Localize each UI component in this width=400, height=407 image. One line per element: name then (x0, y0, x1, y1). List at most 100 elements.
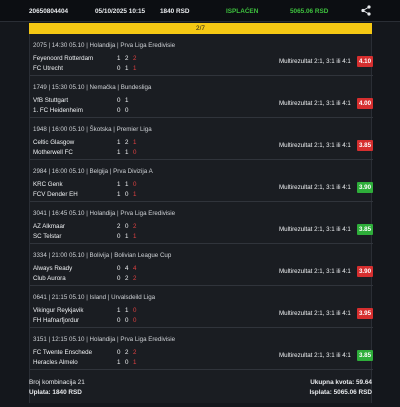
away-score-final: 1 (133, 233, 137, 240)
home-score-first-half: 1 (117, 55, 121, 62)
away-team-name: FC Utrecht (33, 65, 63, 72)
away-score-first-half: 0 (117, 65, 121, 72)
away-team-name: FH Hafnarfjordur (33, 317, 80, 324)
home-score-final: 2 (133, 55, 137, 62)
away-score-first-half: 1 (117, 191, 121, 198)
away-team-row: Heracles Almelo 1 0 1 (33, 358, 141, 367)
home-team-row: Celtic Glasgow 1 2 1 (33, 138, 141, 147)
away-team-row: 1. FC Heidenheim 0 0 (33, 106, 141, 115)
away-score-final: 1 (133, 65, 137, 72)
home-score-second-half: 2 (125, 55, 129, 62)
odd-badge: 3.85 (357, 224, 373, 235)
odd-badge: 3.90 (357, 182, 373, 193)
home-team-name: FC Twente Enschede (33, 349, 93, 356)
home-score-first-half: 2 (117, 223, 121, 230)
away-score-first-half: 0 (117, 233, 121, 240)
bet-pick: Multirezultat 2:1, 3:1 ili 4:1 (279, 142, 351, 149)
match-row[interactable]: 3151 | 12:15 05.10 | Holandija | Prva Li… (30, 328, 373, 370)
away-score-final: 1 (133, 191, 137, 198)
match-row[interactable]: 1948 | 16:00 05.10 | Škotska | Premier L… (30, 118, 373, 160)
home-score-second-half: 2 (125, 139, 129, 146)
match-header: 2075 | 14:30 05.10 | Holandija | Prva Li… (33, 42, 176, 49)
away-score-final: 0 (133, 149, 137, 156)
away-score-first-half: 0 (117, 317, 121, 324)
home-score-final: 1 (133, 139, 137, 146)
home-score-first-half: 0 (117, 97, 121, 104)
home-team-row: VfB Stuttgart 0 1 (33, 96, 141, 105)
home-team-row: AZ Alkmaar 2 0 2 (33, 222, 141, 231)
bet-pick: Multirezultat 2:1, 3:1 ili 4:1 (279, 184, 351, 191)
away-team-row: Motherwell FC 1 1 0 (33, 148, 141, 157)
home-score-second-half: 4 (125, 265, 129, 272)
match-list: 2075 | 14:30 05.10 | Holandija | Prva Li… (29, 34, 373, 403)
home-team-row: Vikingur Reykjavik 1 1 0 (33, 306, 141, 315)
home-score-second-half: 0 (125, 223, 129, 230)
odd-badge: 4.10 (357, 56, 373, 67)
away-score-second-half: 0 (125, 191, 129, 198)
total-odds: Ukupna kvota: 59.64 (310, 379, 372, 386)
away-team-row: SC Telstar 0 1 1 (33, 232, 141, 241)
away-score-second-half: 1 (125, 233, 129, 240)
match-row[interactable]: 3041 | 16:45 05.10 | Holandija | Prva Li… (30, 202, 373, 244)
home-team-name: Vikingur Reykjavik (33, 307, 84, 314)
match-row[interactable]: 3334 | 21:00 05.10 | Bolivija | Bolivian… (30, 244, 373, 286)
away-score-second-half: 0 (125, 359, 129, 366)
away-score-final: 2 (133, 275, 137, 282)
ticket-summary: Broj kombinacija 21 Uplata: 1840 RSD Uku… (29, 376, 372, 406)
home-team-name: VfB Stuttgart (33, 97, 69, 104)
away-score-final: 1 (133, 359, 137, 366)
home-score-second-half: 1 (125, 181, 129, 188)
home-score-second-half: 1 (125, 307, 129, 314)
match-row[interactable]: 2984 | 16:00 05.10 | Belgija | Prva Divi… (30, 160, 373, 202)
home-score-final: 2 (133, 349, 137, 356)
home-score-first-half: 0 (117, 265, 121, 272)
match-header: 3041 | 16:45 05.10 | Holandija | Prva Li… (33, 210, 176, 217)
ticket-payout: 5065.06 RSD (290, 8, 329, 15)
away-score-second-half: 0 (125, 317, 129, 324)
away-team-row: FC Utrecht 0 1 1 (33, 64, 141, 73)
home-team-row: KRC Genk 1 1 0 (33, 180, 141, 189)
bet-pick: Multirezultat 2:1, 3:1 ili 4:1 (279, 58, 351, 65)
away-score-first-half: 0 (117, 275, 121, 282)
bet-pick: Multirezultat 2:1, 3:1 ili 4:1 (279, 310, 351, 317)
odd-badge: 3.85 (357, 350, 373, 361)
away-team-row: FH Hafnarfjordur 0 0 0 (33, 316, 141, 325)
away-score-first-half: 0 (117, 107, 121, 114)
match-header: 1948 | 16:00 05.10 | Škotska | Premier L… (33, 126, 152, 133)
home-team-name: KRC Genk (33, 181, 63, 188)
away-score-second-half: 1 (125, 65, 129, 72)
home-score-second-half: 2 (125, 349, 129, 356)
away-team-name: FCV Dender EH (33, 191, 78, 198)
ticket-stake: 1840 RSD (160, 8, 190, 15)
away-team-name: SC Telstar (33, 233, 62, 240)
bet-pick: Multirezultat 2:1, 3:1 ili 4:1 (279, 352, 351, 359)
match-row[interactable]: 2075 | 14:30 05.10 | Holandija | Prva Li… (30, 34, 373, 76)
home-score-final: 4 (133, 265, 137, 272)
bet-pick: Multirezultat 2:1, 3:1 ili 4:1 (279, 100, 351, 107)
home-team-name: Always Ready (33, 265, 73, 272)
payout-summary: Isplata: 5065.06 RSD (309, 389, 372, 396)
home-score-final: 0 (133, 181, 137, 188)
home-score-second-half: 1 (125, 97, 129, 104)
match-header: 3334 | 21:00 05.10 | Bolivija | Bolivian… (33, 252, 172, 259)
ticket-id: 20650804404 (29, 8, 69, 15)
away-score-second-half: 2 (125, 275, 129, 282)
combination-indicator[interactable]: 2/7 (29, 23, 372, 34)
odd-badge: 4.00 (357, 98, 373, 109)
away-team-row: FCV Dender EH 1 0 1 (33, 190, 141, 199)
home-team-name: Feyenoord Rotterdam (33, 55, 94, 62)
home-team-row: FC Twente Enschede 0 2 2 (33, 348, 141, 357)
match-row[interactable]: 1749 | 15:30 05.10 | Nemačka | Bundeslig… (30, 76, 373, 118)
ticket-status: ISPLAĆEN (226, 8, 259, 15)
home-score-first-half: 1 (117, 307, 121, 314)
share-icon[interactable] (361, 5, 371, 16)
away-team-name: Heracles Almelo (33, 359, 78, 366)
match-row[interactable]: 0641 | 21:15 05.10 | Island | Urvalsdeil… (30, 286, 373, 328)
away-team-name: 1. FC Heidenheim (33, 107, 83, 114)
away-team-row: Club Aurora 0 2 2 (33, 274, 141, 283)
match-header: 3151 | 12:15 05.10 | Holandija | Prva Li… (33, 336, 176, 343)
home-team-name: AZ Alkmaar (33, 223, 65, 230)
home-score-first-half: 0 (117, 349, 121, 356)
away-score-first-half: 1 (117, 149, 121, 156)
away-score-second-half: 0 (125, 107, 129, 114)
